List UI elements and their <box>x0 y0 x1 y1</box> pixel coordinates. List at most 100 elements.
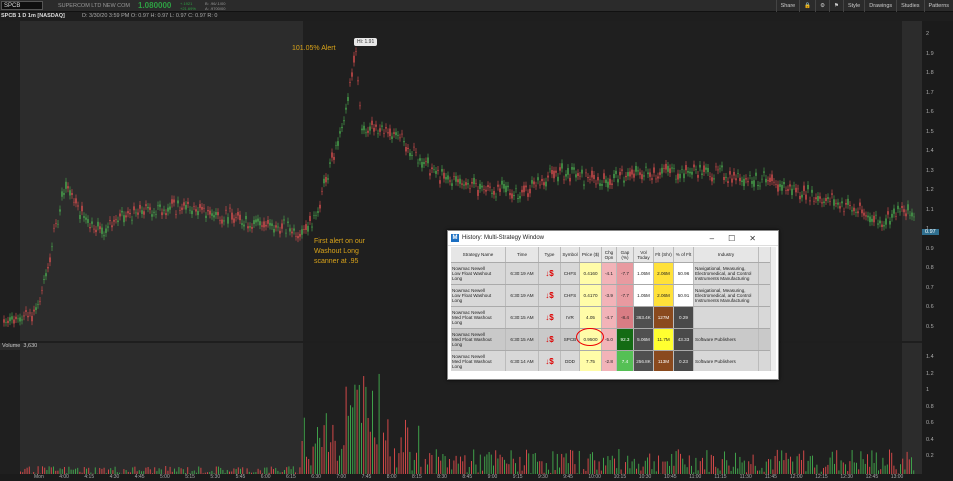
candle-body <box>101 227 103 234</box>
style-button[interactable]: Style <box>842 0 864 12</box>
price-axis: 2 1.9 1.8 1.7 1.6 1.5 1.4 1.3 1.2 1.1 1 0.9 0.8 0.7 0.… <box>922 21 953 481</box>
table-row[interactable]: Nowmac Newell Med Float Washout Long 6:30… <box>451 351 773 371</box>
table-row[interactable]: Nowmac Newell Low Float Washout Long 6:30… <box>451 285 773 307</box>
drawings-button[interactable]: Drawings <box>864 0 896 12</box>
cell-symbol: CHFS <box>561 285 580 306</box>
candle-body <box>493 190 495 195</box>
candle-body <box>607 181 609 188</box>
volume-bar <box>842 462 844 474</box>
col-gap[interactable]: Gap (%) <box>617 247 634 262</box>
flag-icon[interactable]: ⚑ <box>829 0 843 12</box>
table-row[interactable]: Nowmac Newell Low Float Washout Long 6:30… <box>451 263 773 285</box>
price-axis-label: 1.2 <box>926 187 934 193</box>
multi-strategy-window[interactable]: M History: Multi-Strategy Window –☐✕ Str… <box>447 230 779 380</box>
window-controls[interactable]: –☐✕ <box>710 231 770 246</box>
candle-body <box>611 183 613 186</box>
volume-bar <box>695 457 697 474</box>
candle-body <box>407 147 409 150</box>
candle-body <box>787 189 789 191</box>
candle-body <box>835 203 837 204</box>
candle-body <box>537 177 539 181</box>
cell-pct: 43.33 <box>674 329 694 350</box>
patterns-button[interactable]: Patterns <box>923 0 953 12</box>
candle-body <box>851 210 853 212</box>
volume-bar <box>532 453 534 474</box>
volume-bar <box>809 456 811 474</box>
candle-body <box>643 175 645 177</box>
candle-body <box>807 184 809 190</box>
volume-bar <box>776 449 778 474</box>
candle-body <box>741 180 743 183</box>
volume-bar <box>385 440 387 474</box>
candle-body <box>751 181 753 184</box>
candle-body <box>785 190 787 191</box>
table-row[interactable]: Nowmac Newell Med Float Washout Long 6:30… <box>451 329 773 351</box>
cell-flt: 2.06M <box>654 263 674 284</box>
candle-body <box>439 180 441 184</box>
col-vol[interactable]: Vol Today <box>634 247 654 262</box>
time-axis-label: 8:30 <box>437 474 447 480</box>
window-titlebar[interactable]: M History: Multi-Strategy Window –☐✕ <box>448 231 778 246</box>
volume-bar <box>803 450 805 474</box>
candle-body <box>355 51 357 52</box>
symbol-input[interactable]: SPCB <box>1 1 43 10</box>
candle-body <box>551 170 553 175</box>
lock-icon[interactable]: 🔒 <box>799 0 815 12</box>
cell-symbol: IVR <box>561 307 580 328</box>
col-strategy[interactable]: Strategy Name <box>451 247 506 262</box>
candle-body <box>461 183 463 185</box>
col-symbol[interactable]: Symbol <box>561 247 580 262</box>
candle-body <box>571 166 573 170</box>
candle-body <box>111 225 113 228</box>
candle-body <box>379 128 381 132</box>
col-chg[interactable]: Chg Opn <box>602 247 617 262</box>
col-price[interactable]: Price ($) <box>580 247 602 262</box>
col-pct-float[interactable]: % of Flt <box>674 247 694 262</box>
candle-body <box>269 222 271 226</box>
candle-body <box>505 185 507 193</box>
candle-body <box>871 218 873 222</box>
volume-bar <box>508 464 510 474</box>
candle-body <box>541 178 543 182</box>
candle-body <box>51 246 53 248</box>
candle-body <box>67 186 69 189</box>
volume-bar <box>849 461 851 474</box>
candle-body <box>527 193 529 197</box>
cell-industry <box>694 307 759 328</box>
candle-body <box>771 174 773 182</box>
candle-body <box>173 199 175 203</box>
candle-body <box>681 169 683 170</box>
candle-body <box>635 165 637 172</box>
time-axis-label: 6:15 <box>286 474 296 480</box>
volume-bar <box>325 413 327 474</box>
candle-body <box>579 175 581 177</box>
candle-body <box>63 193 65 195</box>
last-price: 1.080000 <box>138 1 172 10</box>
cell-price: 0.4160 <box>580 263 602 284</box>
volume-bar <box>288 466 290 474</box>
candle-body <box>245 215 247 220</box>
candle-body <box>601 184 603 186</box>
col-time[interactable]: Time <box>506 247 539 262</box>
studies-button[interactable]: Studies <box>896 0 923 12</box>
vertical-scrollbar[interactable] <box>770 247 776 371</box>
volume-bar <box>537 461 538 474</box>
gear-icon[interactable]: ⚙ <box>815 0 829 12</box>
col-industry[interactable]: Industry <box>694 247 759 262</box>
col-type[interactable]: Type <box>539 247 561 262</box>
col-float[interactable]: Flt (Shr) <box>654 247 674 262</box>
table-row[interactable]: Nowmac Newell Med Float Washout Long 6:30… <box>451 307 773 329</box>
candle-body <box>843 211 845 213</box>
chart-title: SPCB 1 D 1m [NASDAQ] <box>1 13 65 19</box>
candle-body <box>149 207 151 210</box>
share-button[interactable]: Share <box>775 0 800 12</box>
price-axis-label: 1.6 <box>926 109 934 115</box>
candle-body <box>381 125 383 127</box>
candle-body <box>699 164 701 168</box>
volume-bar <box>770 459 772 474</box>
volume-bar <box>37 466 39 474</box>
candle-body <box>739 177 741 182</box>
candle-body <box>839 206 841 209</box>
candle-body <box>547 175 549 178</box>
candle-body <box>563 179 565 181</box>
